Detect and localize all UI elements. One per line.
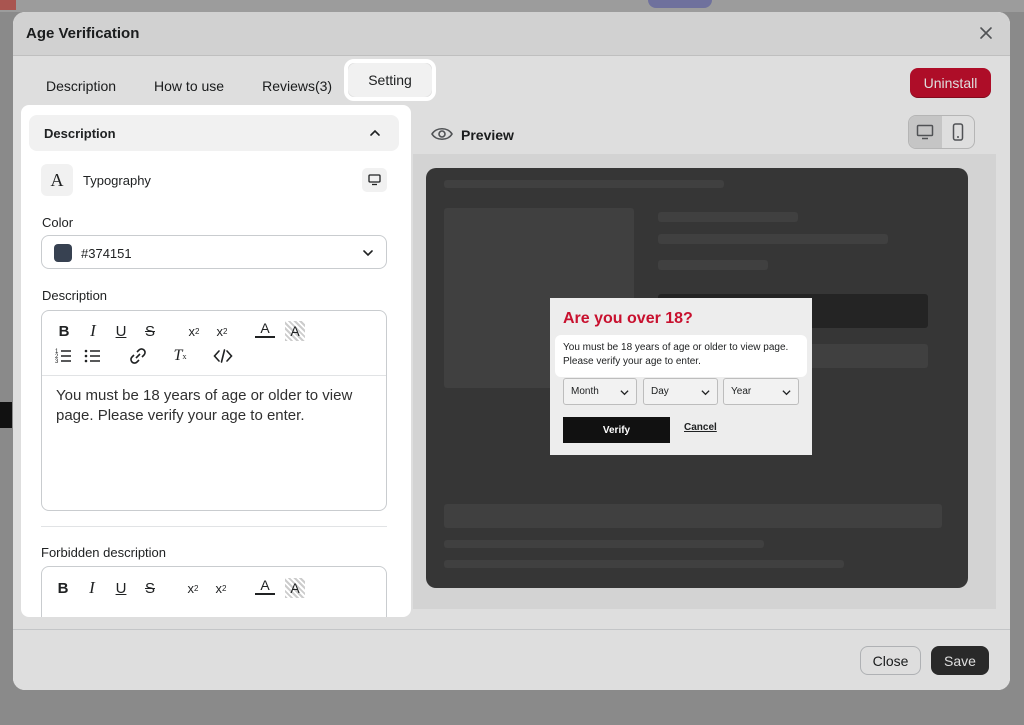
cancel-link[interactable]: Cancel bbox=[684, 422, 717, 433]
ghost-line bbox=[658, 212, 798, 222]
description-editor: B I U S x2 x2 A A 1 2 3 T x You must be … bbox=[41, 310, 387, 511]
day-select[interactable]: Day bbox=[643, 378, 718, 405]
popup-description: You must be 18 years of age or older to … bbox=[563, 342, 789, 367]
ghost-line bbox=[444, 560, 844, 568]
background-app-element bbox=[0, 402, 12, 428]
ghost-bar bbox=[444, 504, 942, 528]
popup-description-box: You must be 18 years of age or older to … bbox=[555, 335, 807, 377]
age-verification-modal: Age Verification Description How to use … bbox=[13, 12, 1010, 690]
month-select-label: Month bbox=[571, 386, 599, 397]
month-select[interactable]: Month bbox=[563, 378, 637, 405]
uninstall-button[interactable]: Uninstall bbox=[910, 68, 991, 98]
bold-icon[interactable]: B bbox=[54, 321, 74, 341]
tab-bar: Description How to use Reviews(3) bbox=[31, 68, 355, 104]
typography-label: Typography bbox=[83, 173, 151, 188]
strikethrough-icon[interactable]: S bbox=[140, 321, 160, 341]
code-icon[interactable] bbox=[213, 346, 233, 366]
settings-panel: Description A Typography Color #374151 D… bbox=[21, 105, 411, 617]
ordered-list-icon[interactable]: 1 2 3 bbox=[54, 346, 74, 366]
bullet-list-icon[interactable] bbox=[83, 346, 103, 366]
mobile-view-button[interactable] bbox=[942, 116, 975, 148]
underline-icon[interactable]: U bbox=[111, 578, 131, 598]
description-section-header[interactable]: Description bbox=[29, 115, 399, 151]
color-swatch bbox=[54, 244, 72, 262]
preview-title: Preview bbox=[461, 127, 514, 143]
section-divider bbox=[41, 526, 387, 527]
save-button[interactable]: Save bbox=[931, 646, 989, 675]
forbidden-description-label: Forbidden description bbox=[41, 545, 167, 560]
superscript-icon[interactable]: x2 bbox=[212, 321, 232, 341]
strikethrough-icon[interactable]: S bbox=[140, 578, 160, 598]
highlight-icon[interactable]: A bbox=[285, 321, 305, 341]
popup-heading: Are you over 18? bbox=[563, 310, 693, 327]
preview-header: Preview bbox=[423, 115, 995, 161]
chevron-down-icon bbox=[701, 390, 710, 396]
underline-icon[interactable]: U bbox=[111, 321, 131, 341]
link-icon[interactable] bbox=[128, 346, 148, 366]
color-label: Color bbox=[42, 215, 74, 230]
chevron-up-icon bbox=[370, 129, 380, 136]
day-select-label: Day bbox=[651, 386, 669, 397]
superscript-icon[interactable]: x2 bbox=[211, 578, 231, 598]
chevron-down-icon bbox=[363, 250, 373, 257]
ghost-nav bbox=[444, 180, 724, 188]
tab-description[interactable]: Description bbox=[31, 68, 131, 104]
tab-setting[interactable]: Setting bbox=[348, 63, 432, 97]
editor-toolbar: B I U S x2 x2 A A 1 2 3 T x bbox=[42, 311, 386, 376]
italic-icon[interactable]: I bbox=[83, 321, 103, 341]
device-settings-button[interactable] bbox=[362, 168, 387, 192]
tab-reviews[interactable]: Reviews(3) bbox=[247, 68, 347, 104]
highlight-icon[interactable]: A bbox=[285, 578, 305, 598]
background-app-badge bbox=[648, 0, 712, 8]
desktop-icon bbox=[917, 124, 934, 140]
chevron-down-icon bbox=[782, 390, 791, 396]
text-color-icon[interactable]: A bbox=[255, 320, 275, 338]
background-app-strip bbox=[0, 0, 1024, 12]
ghost-line bbox=[658, 234, 888, 244]
italic-icon[interactable]: I bbox=[82, 578, 102, 598]
desktop-icon bbox=[368, 174, 381, 186]
background-app-logo bbox=[0, 0, 16, 10]
ghost-line bbox=[658, 260, 768, 270]
section-title: Description bbox=[44, 126, 116, 141]
modal-footer: Close Save bbox=[13, 629, 1010, 690]
year-select-label: Year bbox=[731, 386, 752, 397]
subscript-icon[interactable]: x2 bbox=[184, 321, 204, 341]
desktop-view-button[interactable] bbox=[909, 116, 942, 148]
close-button[interactable]: Close bbox=[860, 646, 921, 675]
color-select[interactable]: #374151 bbox=[41, 235, 387, 269]
description-text[interactable]: You must be 18 years of age or older to … bbox=[42, 376, 386, 436]
svg-text:3: 3 bbox=[55, 359, 59, 365]
modal-header: Age Verification bbox=[13, 12, 1010, 56]
clear-format-icon[interactable]: Tx bbox=[170, 346, 190, 366]
eye-icon bbox=[431, 127, 453, 141]
verify-button[interactable]: Verify bbox=[563, 417, 670, 443]
device-toggle bbox=[908, 115, 975, 149]
subscript-icon[interactable]: x2 bbox=[183, 578, 203, 598]
description-label: Description bbox=[42, 288, 108, 303]
color-value: #374151 bbox=[81, 246, 132, 261]
tab-how-to-use[interactable]: How to use bbox=[139, 68, 239, 104]
bold-icon[interactable]: B bbox=[53, 578, 73, 598]
text-color-icon[interactable]: A bbox=[255, 577, 275, 595]
forbidden-description-editor: B I U S x2 x2 A A bbox=[41, 566, 387, 617]
typography-icon: A bbox=[41, 164, 73, 196]
modal-title: Age Verification bbox=[26, 25, 140, 42]
ghost-line bbox=[444, 540, 764, 548]
mobile-icon bbox=[952, 123, 963, 141]
forbidden-editor-toolbar: B I U S x2 x2 A A bbox=[42, 567, 386, 617]
close-icon[interactable] bbox=[976, 23, 996, 43]
year-select[interactable]: Year bbox=[723, 378, 799, 405]
chevron-down-icon bbox=[620, 390, 629, 396]
